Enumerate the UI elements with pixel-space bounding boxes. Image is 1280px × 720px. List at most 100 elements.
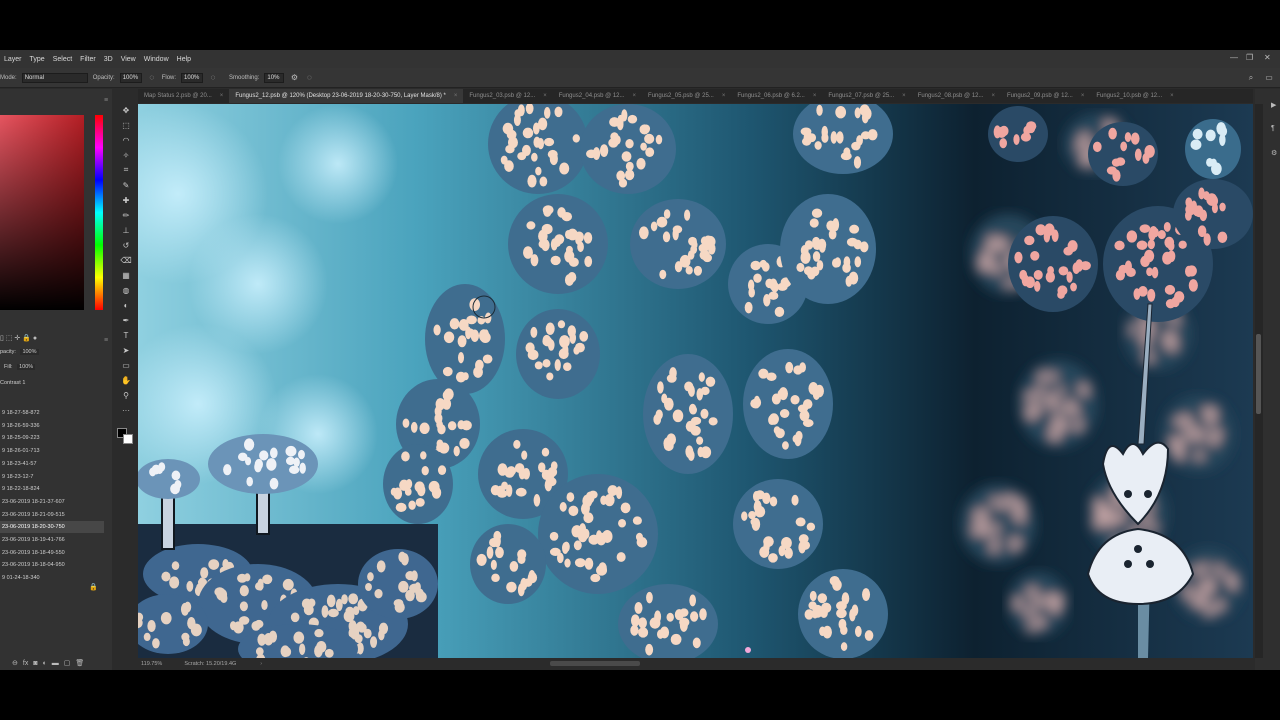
- marquee-icon[interactable]: ⬚: [119, 118, 133, 132]
- menu-type[interactable]: Type: [26, 56, 49, 63]
- search-icon[interactable]: ⌕: [1246, 73, 1256, 83]
- zoom-level[interactable]: 119.75%: [141, 661, 162, 667]
- menu-view[interactable]: View: [117, 56, 140, 63]
- tab-close-icon[interactable]: ×: [454, 93, 458, 99]
- play-icon[interactable]: ▶: [1271, 101, 1276, 109]
- panel-menu-icon[interactable]: ≡: [104, 97, 108, 104]
- menu-select[interactable]: Select: [49, 56, 76, 63]
- tab-close-icon[interactable]: ×: [813, 93, 817, 99]
- hue-slider[interactable]: [95, 115, 103, 310]
- menu-layer[interactable]: Layer: [0, 56, 26, 63]
- lasso-icon[interactable]: ◠: [119, 133, 133, 147]
- menu-3d[interactable]: 3D: [100, 56, 117, 63]
- move-icon[interactable]: ✥: [119, 103, 133, 117]
- paragraph-icon[interactable]: ¶: [1271, 125, 1275, 132]
- link-icon[interactable]: ⊖: [12, 659, 18, 667]
- menu-filter[interactable]: Filter: [76, 56, 100, 63]
- trash-icon[interactable]: 🗑: [75, 659, 84, 667]
- document-tab[interactable]: Fungus2_09.psb @ 12... ×: [1001, 89, 1090, 103]
- document-tab[interactable]: Fungus2_04.psb @ 12... ×: [553, 89, 642, 103]
- close-icon[interactable]: ✕: [1264, 53, 1271, 62]
- minimize-icon[interactable]: —: [1230, 53, 1238, 62]
- scroll-thumb[interactable]: [1256, 334, 1261, 414]
- blur-icon[interactable]: ◍: [119, 283, 133, 297]
- artwork-canvas[interactable]: [138, 104, 1253, 658]
- tab-close-icon[interactable]: ×: [633, 93, 637, 99]
- history-item[interactable]: 23-06-2019 18-21-37-607: [0, 496, 104, 508]
- document-tab[interactable]: Map Status 2.psb @ 20... ×: [138, 89, 229, 103]
- crop-icon[interactable]: ⌗: [119, 163, 133, 177]
- history-item[interactable]: 9 18-26-59-336: [0, 420, 104, 432]
- eyedropper-icon[interactable]: ✎: [119, 178, 133, 192]
- eraser-icon[interactable]: ⌫: [119, 253, 133, 267]
- new-layer-icon[interactable]: ▢: [64, 659, 71, 667]
- tab-close-icon[interactable]: ×: [722, 93, 726, 99]
- document-tab[interactable]: Fungus2_05.psb @ 25... ×: [642, 89, 731, 103]
- brush-settings-icon[interactable]: ⚙: [1271, 149, 1277, 157]
- status-arrow-icon[interactable]: ›: [260, 661, 262, 667]
- folder-icon[interactable]: ▬: [52, 660, 59, 667]
- airbrush-icon[interactable]: ◌: [208, 73, 218, 83]
- smoothing-field[interactable]: 10%: [264, 72, 285, 83]
- document-tab[interactable]: Fungus2_07.psb @ 25... ×: [822, 89, 911, 103]
- pressure-opacity-icon[interactable]: ◌: [147, 73, 157, 83]
- history-item[interactable]: 23-06-2019 18-18-49-550: [0, 547, 104, 559]
- opacity-field[interactable]: 100%: [119, 72, 142, 83]
- vertical-scrollbar[interactable]: [1255, 104, 1263, 658]
- history-item[interactable]: 23-06-2019 18-18-04-950: [0, 559, 104, 571]
- history-item[interactable]: 9 18-25-09-223: [0, 432, 104, 444]
- tab-close-icon[interactable]: ×: [992, 93, 996, 99]
- document-tab[interactable]: Fungus2_03.psb @ 12... ×: [463, 89, 552, 103]
- more-icon[interactable]: ···: [119, 403, 133, 417]
- fx-icon[interactable]: fx: [23, 660, 28, 667]
- tab-close-icon[interactable]: ×: [220, 93, 224, 99]
- menu-window[interactable]: Window: [140, 56, 173, 63]
- history-item[interactable]: 23-06-2019 18-21-09-515: [0, 509, 104, 521]
- color-picker-field[interactable]: [0, 115, 84, 310]
- pressure-size-icon[interactable]: ◌: [304, 73, 314, 83]
- history-item[interactable]: 9 18-23-41-57: [0, 458, 104, 470]
- history-item[interactable]: 9 18-22-18-824: [0, 483, 104, 495]
- healing-icon[interactable]: ✚: [119, 193, 133, 207]
- layer-opacity-field[interactable]: 100%: [20, 349, 39, 355]
- layer-name[interactable]: Contrast 1: [0, 380, 25, 386]
- tab-close-icon[interactable]: ×: [1170, 93, 1174, 99]
- brush-icon[interactable]: ✏: [119, 208, 133, 222]
- shape-icon[interactable]: ▭: [119, 358, 133, 372]
- mask-icon[interactable]: ◙: [33, 660, 37, 667]
- document-tab[interactable]: Fungus2_10.psb @ 12... ×: [1090, 89, 1179, 103]
- menu-help[interactable]: Help: [173, 56, 195, 63]
- layers-menu-icon[interactable]: ≡: [104, 337, 108, 344]
- hand-icon[interactable]: ✋: [119, 373, 133, 387]
- magic-wand-icon[interactable]: ✧: [119, 148, 133, 162]
- mode-select[interactable]: Normal: [21, 72, 88, 83]
- stamp-icon[interactable]: ⊥: [119, 223, 133, 237]
- history-item[interactable]: 9 18-23-12-7: [0, 471, 104, 483]
- history-item[interactable]: 9 18-26-01-713: [0, 445, 104, 457]
- tab-close-icon[interactable]: ×: [902, 93, 906, 99]
- type-icon[interactable]: T: [119, 328, 133, 342]
- gradient-icon[interactable]: ▦: [119, 268, 133, 282]
- zoom-icon[interactable]: ⚲: [119, 388, 133, 402]
- history-item[interactable]: 23-06-2019 18-19-41-766: [0, 534, 104, 546]
- gear-icon[interactable]: ⚙: [289, 73, 299, 83]
- horizontal-scrollbar[interactable]: [550, 661, 640, 666]
- layer-lock-icons[interactable]: ▯ ⬚ ✛ 🔒 ●: [0, 334, 50, 344]
- history-brush-icon[interactable]: ↺: [119, 238, 133, 252]
- restore-icon[interactable]: ❐: [1246, 53, 1253, 62]
- tab-close-icon[interactable]: ×: [1081, 93, 1085, 99]
- history-item[interactable]: 9 18-27-58-872: [0, 407, 104, 419]
- adjustment-icon[interactable]: ◐: [43, 660, 47, 667]
- tab-close-icon[interactable]: ×: [543, 93, 547, 99]
- document-tab[interactable]: Fungus2_08.psb @ 12... ×: [912, 89, 1001, 103]
- pen-icon[interactable]: ✒: [119, 313, 133, 327]
- workspace-icon[interactable]: ▭: [1264, 73, 1274, 83]
- background-color-swatch[interactable]: [123, 434, 133, 444]
- path-select-icon[interactable]: ➤: [119, 343, 133, 357]
- flow-field[interactable]: 100%: [181, 72, 204, 83]
- history-item[interactable]: 23-06-2019 18-20-30-750: [0, 521, 104, 534]
- dodge-icon[interactable]: ◐: [119, 298, 133, 312]
- document-tab[interactable]: Fungus2_12.psb @ 120% (Desktop 23-06-201…: [229, 89, 464, 103]
- layer-fill-field[interactable]: 100%: [17, 364, 36, 370]
- document-tab[interactable]: Fungus2_06.psb @ 6.2... ×: [731, 89, 822, 103]
